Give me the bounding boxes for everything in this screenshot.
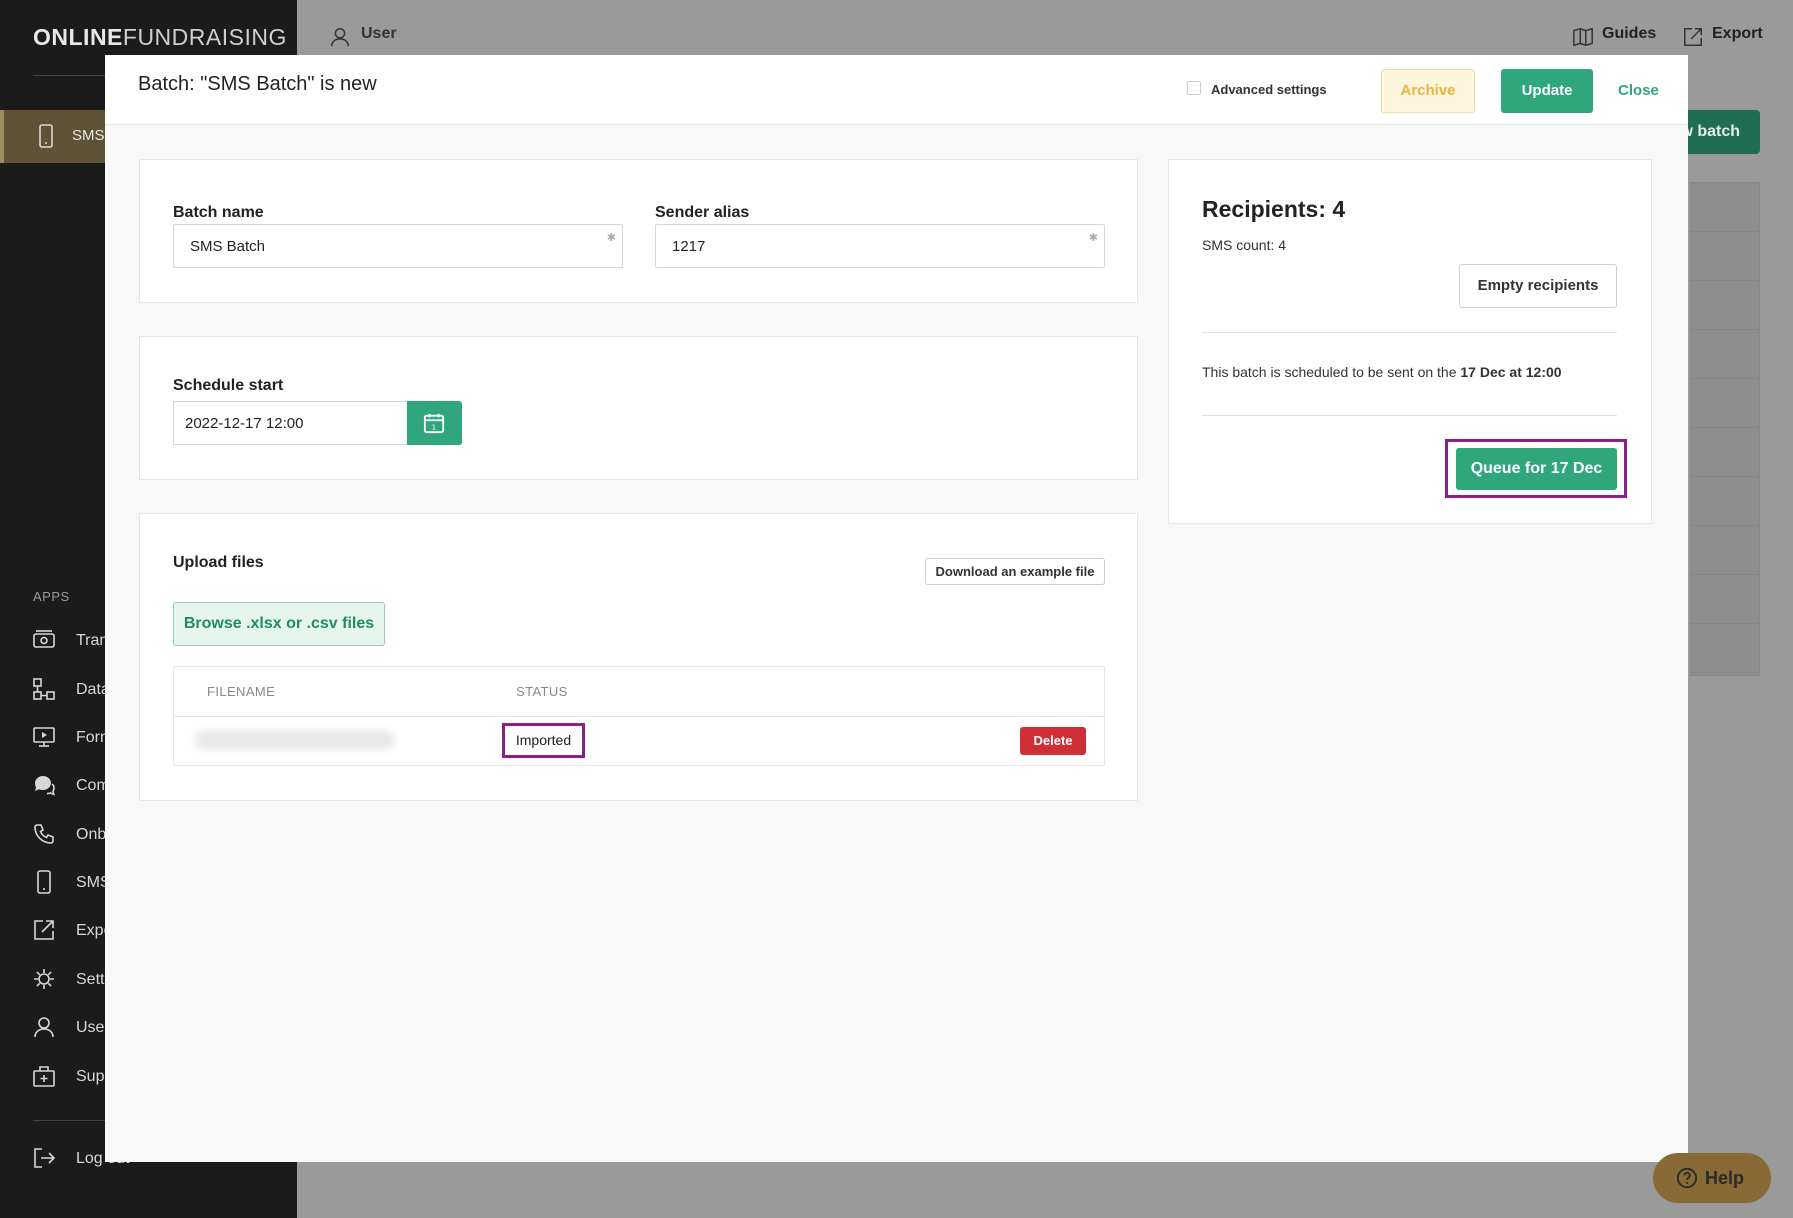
logo-light: FUNDRAISING (122, 24, 287, 50)
required-asterisk-icon: ✱ (606, 232, 616, 244)
table-divider (174, 716, 1104, 717)
help-icon (1676, 1167, 1698, 1194)
sidebar-active-label: SMS (72, 127, 105, 144)
modal-title: Batch: "SMS Batch" is new (138, 73, 377, 95)
close-button[interactable]: Close (1618, 82, 1659, 99)
modal-header: Batch: "SMS Batch" is new Advanced setti… (105, 55, 1688, 125)
date-picker-button[interactable]: 1 (407, 401, 462, 445)
files-table: FILENAME STATUS Imported Delete (173, 666, 1105, 766)
data-icon (32, 677, 56, 701)
support-icon (32, 1064, 56, 1088)
upload-files-label: Upload files (173, 554, 264, 571)
browse-files-button[interactable]: Browse .xlsx or .csv files (173, 602, 385, 646)
export-icon (1682, 26, 1704, 53)
recipients-divider (1202, 415, 1617, 416)
sender-alias-label: Sender alias (655, 204, 750, 221)
update-button[interactable]: Update (1501, 69, 1593, 113)
schedule-summary: This batch is scheduled to be sent on th… (1202, 364, 1562, 380)
export-link[interactable]: Export (1682, 25, 1763, 46)
schedule-summary-when: 17 Dec at 12:00 (1460, 364, 1562, 380)
user-menu[interactable]: User (329, 25, 397, 47)
comments-icon (32, 773, 56, 797)
recipients-card: Recipients: 4 SMS count: 4 Empty recipie… (1168, 159, 1652, 524)
batch-details-card: Batch name SMS Batch ✱ Sender alias 1217… (139, 159, 1138, 303)
calendar-icon: 1 (423, 413, 445, 434)
batch-name-input[interactable]: SMS Batch ✱ (173, 224, 623, 268)
gear-icon (32, 967, 56, 991)
mobile-icon (38, 124, 54, 153)
sms-count: SMS count: 4 (1202, 237, 1287, 253)
sidebar-item-label: Forn (76, 729, 109, 746)
logo-bold: ONLINE (33, 24, 123, 50)
sender-alias-value: 1217 (672, 238, 706, 255)
upload-card: Upload files Download an example file Br… (139, 513, 1138, 801)
phone-icon (32, 822, 56, 846)
required-asterisk-icon: ✱ (1088, 232, 1098, 244)
background-batch-list (1690, 182, 1760, 676)
delete-button[interactable]: Delete (1020, 727, 1086, 755)
sidebar-item-label: Tran (76, 632, 109, 649)
column-header-filename: FILENAME (207, 684, 276, 699)
mobile-icon (32, 870, 56, 894)
queue-button[interactable]: Queue for 17 Dec (1456, 448, 1617, 490)
guides-label: Guides (1602, 25, 1657, 42)
export-label: Export (1712, 25, 1763, 42)
book-icon (1572, 26, 1594, 53)
logout-icon (32, 1146, 56, 1170)
column-header-status: STATUS (516, 684, 568, 699)
apps-heading: APPS (33, 589, 70, 604)
schedule-card: Schedule start 2022-12-17 12:00 1 (139, 336, 1138, 480)
advanced-settings-label[interactable]: Advanced settings (1211, 82, 1327, 97)
sender-alias-input[interactable]: 1217 ✱ (655, 224, 1105, 268)
help-button[interactable]: Help (1653, 1153, 1771, 1203)
help-label: Help (1705, 1168, 1745, 1188)
advanced-settings-checkbox[interactable] (1187, 81, 1201, 95)
export-icon (32, 918, 56, 942)
batch-name-label: Batch name (173, 204, 264, 221)
blurred-filename (195, 730, 395, 750)
sidebar-item-label: Onb (76, 826, 107, 843)
download-example-button[interactable]: Download an example file (925, 558, 1105, 585)
transactions-icon (32, 628, 56, 652)
user-icon (329, 26, 351, 53)
recipients-divider (1202, 332, 1617, 333)
guides-link[interactable]: Guides (1572, 25, 1657, 47)
svg-text:1: 1 (432, 422, 437, 431)
sidebar-item-label: Setti (76, 971, 109, 988)
schedule-summary-prefix: This batch is scheduled to be sent on th… (1202, 364, 1461, 380)
user-icon (32, 1015, 56, 1039)
empty-recipients-button[interactable]: Empty recipients (1459, 264, 1617, 308)
batch-modal: Batch: "SMS Batch" is new Advanced setti… (105, 55, 1688, 1162)
recipients-title: Recipients: 4 (1202, 196, 1346, 222)
status-badge: Imported (502, 723, 585, 758)
archive-button[interactable]: Archive (1381, 69, 1475, 113)
forms-icon (32, 725, 56, 749)
app-logo[interactable]: ONLINEFUNDRAISING (33, 24, 287, 51)
schedule-start-label: Schedule start (173, 377, 284, 394)
schedule-start-input[interactable]: 2022-12-17 12:00 (173, 401, 407, 445)
batch-name-value: SMS Batch (190, 238, 266, 255)
queue-button-highlight: Queue for 17 Dec (1445, 439, 1627, 498)
user-label: User (361, 25, 397, 42)
